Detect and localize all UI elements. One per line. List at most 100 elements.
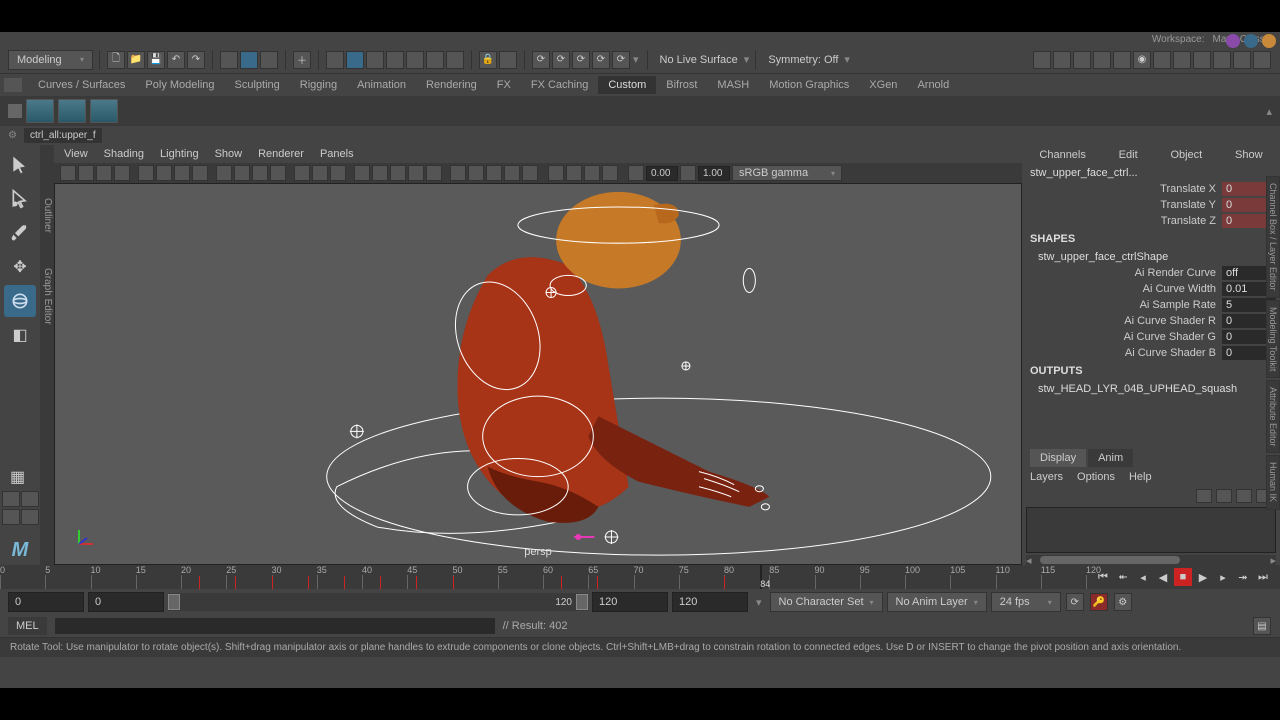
- pt-6[interactable]: [156, 165, 172, 181]
- script-editor-icon[interactable]: ▤: [1253, 617, 1271, 635]
- pt-7[interactable]: [174, 165, 190, 181]
- anim-layer-dropdown[interactable]: No Anim Layer: [887, 592, 987, 612]
- scale-tool-icon[interactable]: ◧: [4, 319, 36, 351]
- shelf-tab-arnold[interactable]: Arnold: [907, 76, 959, 94]
- lock-icon[interactable]: 🔒: [479, 51, 497, 69]
- range-slider[interactable]: 120: [168, 593, 588, 611]
- step-back-key-icon[interactable]: ⯬: [1114, 568, 1132, 586]
- sym-icon[interactable]: [326, 51, 344, 69]
- live-surface[interactable]: No Live Surface: [654, 54, 744, 66]
- pt-23[interactable]: [486, 165, 502, 181]
- render5-icon[interactable]: ⟳: [612, 51, 630, 69]
- shelf-tab-bifrost[interactable]: Bifrost: [656, 76, 707, 94]
- shelf-gear-icon[interactable]: [8, 104, 22, 118]
- pt-11[interactable]: [252, 165, 268, 181]
- move-tool-icon[interactable]: ✥: [4, 251, 36, 283]
- colorspace-dropdown[interactable]: sRGB gamma: [732, 165, 842, 181]
- render4-icon[interactable]: ⟳: [592, 51, 610, 69]
- attr-render-label[interactable]: Ai Render Curve: [1026, 267, 1220, 279]
- shelf-tab-motion[interactable]: Motion Graphics: [759, 76, 859, 94]
- fps-dropdown[interactable]: 24 fps: [991, 592, 1061, 612]
- graph-editor-tab[interactable]: Graph Editor: [40, 262, 55, 331]
- shelf-item-2[interactable]: [58, 99, 86, 123]
- pt-lights[interactable]: [408, 165, 424, 181]
- cmd-input[interactable]: [55, 618, 495, 634]
- attr-shb-label[interactable]: Ai Curve Shader B: [1026, 347, 1220, 359]
- pt-8[interactable]: [192, 165, 208, 181]
- range-start-input[interactable]: [88, 592, 164, 612]
- new-icon[interactable]: 🗋: [107, 51, 125, 69]
- select-tool-icon[interactable]: [4, 149, 36, 181]
- prefs-icon[interactable]: ⚙: [1114, 593, 1132, 611]
- range-end-input[interactable]: [592, 592, 668, 612]
- keyframe-marker[interactable]: [235, 576, 236, 589]
- r1-icon[interactable]: [1033, 51, 1051, 69]
- char-set-dropdown[interactable]: No Character Set: [770, 592, 883, 612]
- gear-icon[interactable]: ⚙: [8, 130, 20, 142]
- panel-view[interactable]: View: [64, 148, 88, 160]
- shelf-tab-fxcache[interactable]: FX Caching: [521, 76, 598, 94]
- pt-1[interactable]: [60, 165, 76, 181]
- snap-grid-icon[interactable]: [240, 51, 258, 69]
- symmetry-dropdown[interactable]: Symmetry: Off: [762, 54, 844, 66]
- shelf-tab-fx[interactable]: FX: [487, 76, 521, 94]
- r5-icon[interactable]: [1113, 51, 1131, 69]
- layers-scrollbar[interactable]: ◂▸: [1026, 555, 1276, 565]
- vp-icon-2[interactable]: [1244, 34, 1258, 48]
- keyframe-marker[interactable]: [597, 576, 598, 589]
- vp-icon-1[interactable]: [1226, 34, 1240, 48]
- panel-shading[interactable]: Shading: [104, 148, 144, 160]
- render3-icon[interactable]: ⟳: [572, 51, 590, 69]
- attr-width-label[interactable]: Ai Curve Width: [1026, 283, 1220, 295]
- shelf-tab-sculpt[interactable]: Sculpting: [225, 76, 290, 94]
- pt-iso[interactable]: [548, 165, 564, 181]
- cb-channels[interactable]: Channels: [1039, 149, 1085, 161]
- pt-textured[interactable]: [390, 165, 406, 181]
- pt-28[interactable]: [584, 165, 600, 181]
- layout-d-icon[interactable]: [21, 509, 39, 525]
- pt-13[interactable]: [294, 165, 310, 181]
- autokey-icon[interactable]: 🔑: [1090, 593, 1108, 611]
- attr-tx-label[interactable]: Translate X: [1026, 183, 1220, 195]
- keyframe-marker[interactable]: [416, 576, 417, 589]
- attr-shg-label[interactable]: Ai Curve Shader G: [1026, 331, 1220, 343]
- play-back-icon[interactable]: ◀: [1154, 568, 1172, 586]
- pt-5[interactable]: [138, 165, 154, 181]
- right-tab-humanik[interactable]: Human IK: [1266, 455, 1280, 509]
- keyframe-marker[interactable]: [199, 576, 200, 589]
- shelf-tab-mash[interactable]: MASH: [707, 76, 759, 94]
- mode-dropdown[interactable]: Modeling: [8, 50, 93, 70]
- pt-grid[interactable]: [216, 165, 232, 181]
- pt-shaded[interactable]: [372, 165, 388, 181]
- layers-list[interactable]: [1026, 507, 1276, 553]
- pt-25[interactable]: [522, 165, 538, 181]
- r11-icon[interactable]: [1233, 51, 1251, 69]
- shelf-tab-rigging[interactable]: Rigging: [290, 76, 347, 94]
- select-icon[interactable]: [220, 51, 238, 69]
- anim-tab[interactable]: Anim: [1088, 449, 1133, 467]
- step-fwd-key-icon[interactable]: ⯮: [1234, 568, 1252, 586]
- undo-icon[interactable]: ↶: [167, 51, 185, 69]
- construct4-icon[interactable]: [446, 51, 464, 69]
- layout-a-icon[interactable]: [2, 491, 20, 507]
- layers-menu-layers[interactable]: Layers: [1030, 471, 1063, 483]
- viewport[interactable]: persp: [54, 183, 1022, 565]
- rotate-tool-icon[interactable]: [4, 285, 36, 317]
- pt-3[interactable]: [96, 165, 112, 181]
- right-tab-modeling[interactable]: Modeling Toolkit: [1266, 300, 1280, 378]
- cb-show[interactable]: Show: [1235, 149, 1263, 161]
- construct3-icon[interactable]: [426, 51, 444, 69]
- pt-4[interactable]: [114, 165, 130, 181]
- pt-gookup-icon[interactable]: [680, 165, 696, 181]
- layers-menu-options[interactable]: Options: [1077, 471, 1115, 483]
- r4-icon[interactable]: [1093, 51, 1111, 69]
- sym3-icon[interactable]: [366, 51, 384, 69]
- pt-exposure-icon[interactable]: [628, 165, 644, 181]
- layout-b-icon[interactable]: [21, 491, 39, 507]
- attr-sample-label[interactable]: Ai Sample Rate: [1026, 299, 1220, 311]
- pt-wireframe[interactable]: [354, 165, 370, 181]
- stop-icon[interactable]: ■: [1174, 568, 1192, 586]
- right-tab-attribute[interactable]: Attribute Editor: [1266, 380, 1280, 454]
- keyframe-marker[interactable]: [561, 576, 562, 589]
- save-icon[interactable]: 💾: [147, 51, 165, 69]
